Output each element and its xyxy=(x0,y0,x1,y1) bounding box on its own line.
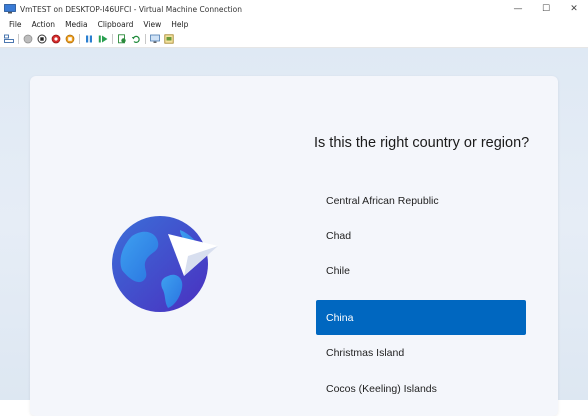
toolbar-separator xyxy=(79,33,80,44)
share-icon[interactable] xyxy=(164,33,174,44)
menu-clipboard[interactable]: Clipboard xyxy=(93,20,139,29)
country-list[interactable]: Cayman Islands Central African Republic … xyxy=(316,171,526,416)
list-item-cayman-islands[interactable]: Cayman Islands xyxy=(316,171,526,183)
list-item-cocos-keeling-islands[interactable]: Cocos (Keeling) Islands xyxy=(316,371,526,406)
revert-icon[interactable] xyxy=(131,34,141,44)
enhanced-session-icon[interactable] xyxy=(150,34,160,44)
window-controls: — ☐ ✕ xyxy=(504,0,588,18)
close-button[interactable]: ✕ xyxy=(560,0,588,18)
globe-with-paper-plane-icon xyxy=(112,216,218,312)
list-item-chad[interactable]: Chad xyxy=(316,218,526,253)
list-item-china-selected[interactable]: China xyxy=(316,300,526,335)
menu-help[interactable]: Help xyxy=(166,20,193,29)
turn-off-icon[interactable] xyxy=(37,34,47,44)
save-state-icon[interactable] xyxy=(65,34,75,44)
toolbar-separator xyxy=(145,33,146,44)
maximize-button[interactable]: ☐ xyxy=(532,0,560,18)
page-title: Is this the right country or region? xyxy=(314,135,530,151)
toolbar-separator xyxy=(112,33,113,44)
window-title: VmTEST on DESKTOP-I46UFCI - Virtual Mach… xyxy=(20,4,242,14)
vm-display[interactable]: Is this the right country or region? Cay… xyxy=(0,48,588,416)
menu-media[interactable]: Media xyxy=(60,20,93,29)
illustration xyxy=(110,216,220,316)
title-bar: VmTEST on DESKTOP-I46UFCI - Virtual Mach… xyxy=(0,0,588,18)
menu-view[interactable]: View xyxy=(138,20,166,29)
start-icon[interactable] xyxy=(23,34,33,44)
pause-icon[interactable] xyxy=(84,34,94,44)
vm-connection-icon xyxy=(4,4,16,14)
checkpoint-icon[interactable] xyxy=(117,33,127,44)
oobe-card: Is this the right country or region? Cay… xyxy=(30,76,558,416)
menu-action[interactable]: Action xyxy=(27,20,61,29)
list-item-chile[interactable]: Chile xyxy=(316,253,526,288)
list-item-central-african-republic[interactable]: Central African Republic xyxy=(316,183,526,218)
toolbar xyxy=(0,30,588,48)
list-item-christmas-island[interactable]: Christmas Island xyxy=(316,335,526,370)
resume-icon[interactable] xyxy=(98,34,108,44)
menu-file[interactable]: File xyxy=(0,20,27,29)
menu-bar: File Action Media Clipboard View Help xyxy=(0,18,588,30)
toolbar-separator xyxy=(18,33,19,44)
ctrl-alt-del-icon[interactable] xyxy=(4,34,14,44)
shutdown-icon[interactable] xyxy=(51,34,61,44)
minimize-button[interactable]: — xyxy=(504,0,532,18)
